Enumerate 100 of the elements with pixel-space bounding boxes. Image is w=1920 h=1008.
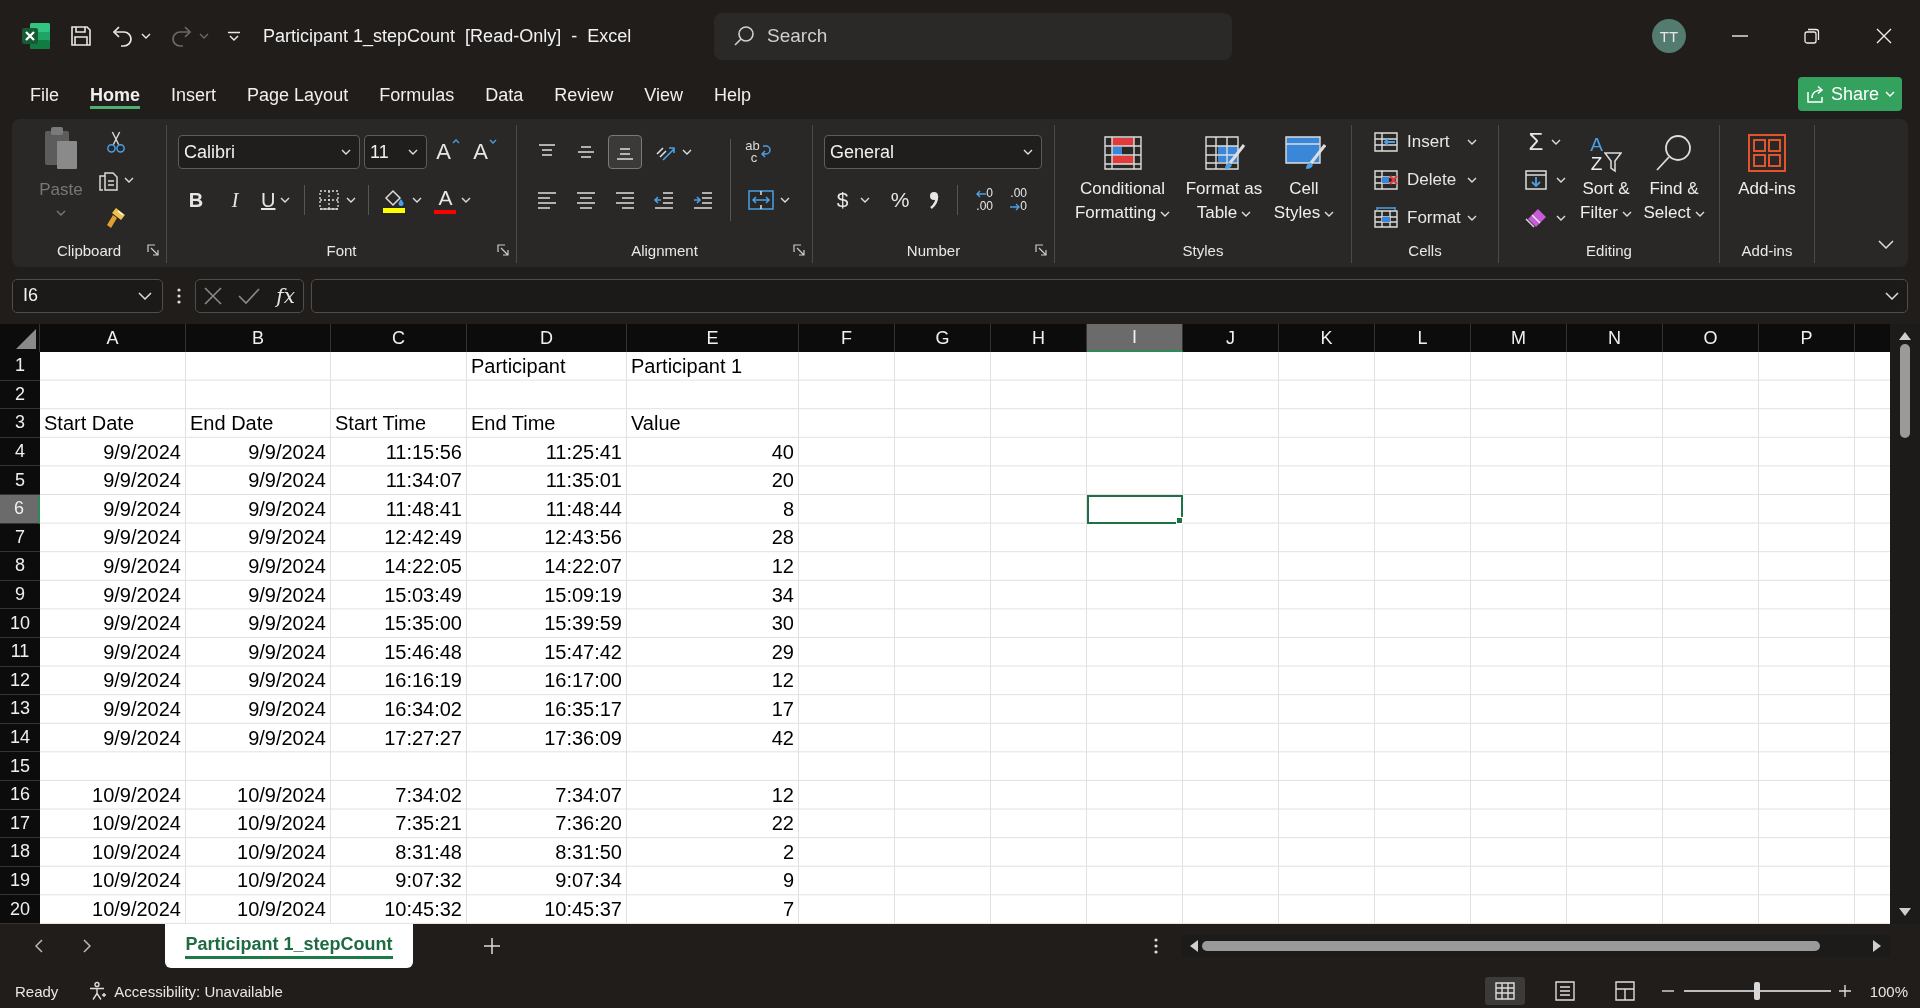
column-header[interactable]: I	[1087, 324, 1183, 352]
delete-button[interactable]: Delete	[1366, 163, 1484, 197]
zoom-level[interactable]: 100%	[1869, 982, 1908, 1000]
decrease-decimal-button[interactable]: .00 0	[998, 183, 1032, 217]
row-header[interactable]: 15	[0, 752, 40, 781]
row-header[interactable]: 7	[0, 523, 40, 553]
shrink-font-button[interactable]: A	[469, 135, 501, 169]
column-header[interactable]: B	[186, 324, 331, 352]
row-header[interactable]: 20	[0, 895, 40, 924]
menu-tab[interactable]: Home	[90, 72, 141, 109]
row-header[interactable]: 13	[0, 695, 40, 724]
name-box[interactable]: I6	[12, 278, 163, 313]
menu-tab[interactable]: Review	[554, 72, 614, 109]
horizontal-scrollbar[interactable]	[1182, 935, 1890, 957]
dialog-launcher-icon[interactable]	[497, 244, 509, 256]
find-select-button[interactable]: Find & Select	[1639, 125, 1709, 237]
column-header[interactable]: K	[1279, 324, 1375, 352]
search-field[interactable]: Search	[714, 12, 1232, 60]
row-header[interactable]: 1	[0, 352, 40, 381]
fill-handle[interactable]	[1176, 516, 1183, 524]
column-header[interactable]: F	[799, 324, 895, 352]
column-header[interactable]: G	[895, 324, 991, 352]
wrap-text-button[interactable]: ab c	[741, 135, 775, 169]
menu-tab[interactable]: File	[30, 72, 59, 109]
insert-button[interactable]: Insert	[1366, 125, 1484, 159]
row-header[interactable]: 14	[0, 723, 40, 753]
row-header[interactable]: 16	[0, 780, 40, 810]
expand-caret-icon[interactable]	[1885, 291, 1899, 300]
underline-button[interactable]: U	[256, 183, 296, 217]
worksheet-grid[interactable]	[0, 324, 1890, 924]
cell-styles-button[interactable]: Cell Styles	[1268, 125, 1340, 237]
align-bottom-button[interactable]	[608, 135, 642, 169]
collapse-ribbon-icon[interactable]	[1878, 240, 1894, 249]
italic-button[interactable]: I	[217, 183, 253, 217]
grow-font-button[interactable]: A	[432, 135, 464, 169]
format-as-table-button[interactable]: Format as Table	[1180, 125, 1268, 237]
insert-function-button[interactable]: fx	[276, 283, 295, 308]
column-header[interactable]: E	[627, 324, 799, 352]
number-format-dropdown[interactable]: General	[824, 135, 1042, 169]
checkmark-icon[interactable]	[238, 286, 261, 305]
column-header[interactable]: L	[1375, 324, 1471, 352]
dialog-launcher-icon[interactable]	[147, 244, 159, 256]
formula-field[interactable]	[311, 278, 1908, 313]
more-options-icon[interactable]	[177, 287, 181, 304]
menu-tab[interactable]: Page Layout	[247, 72, 349, 109]
column-header[interactable]: A	[40, 324, 186, 352]
scroll-thumb[interactable]	[1202, 941, 1820, 951]
menu-tab[interactable]: View	[644, 72, 683, 109]
dialog-launcher-icon[interactable]	[793, 244, 805, 256]
menu-tab[interactable]: Data	[485, 72, 524, 109]
format-button[interactable]: Format	[1366, 201, 1484, 235]
row-header[interactable]: 6	[0, 494, 40, 524]
sheet-tab[interactable]: Participant 1_stepCount	[165, 924, 413, 968]
font-color-button[interactable]: A	[428, 183, 478, 217]
autosum-button[interactable]: Σ	[1517, 125, 1573, 159]
plus-icon[interactable]	[1838, 985, 1851, 997]
accessibility-status[interactable]: Accessibility: Unavailable	[114, 982, 283, 1000]
row-header[interactable]: 19	[0, 866, 40, 896]
percent-button[interactable]: %	[883, 183, 917, 217]
font-size-dropdown[interactable]: 11	[364, 135, 427, 169]
column-header[interactable]: O	[1663, 324, 1759, 352]
left-triangle-icon[interactable]	[1190, 940, 1198, 952]
menu-tab[interactable]: Help	[713, 72, 751, 109]
column-header[interactable]: C	[331, 324, 467, 352]
column-header[interactable]: M	[1471, 324, 1567, 352]
add-ins-button[interactable]: Add-ins	[1725, 125, 1809, 237]
minus-icon[interactable]	[1661, 990, 1674, 992]
down-triangle-icon[interactable]	[1899, 908, 1911, 916]
row-header[interactable]: 18	[0, 838, 40, 867]
row-header[interactable]: 4	[0, 437, 40, 467]
slider-thumb[interactable]	[1754, 982, 1761, 1000]
row-header[interactable]: 9	[0, 580, 40, 610]
bold-button[interactable]: B	[178, 183, 214, 217]
row-header[interactable]: 17	[0, 809, 40, 839]
column-header[interactable]: N	[1567, 324, 1663, 352]
user-avatar[interactable]: TT	[1652, 19, 1686, 53]
row-header[interactable]: 8	[0, 552, 40, 581]
column-header[interactable]: P	[1759, 324, 1855, 352]
currency-button[interactable]: $	[824, 183, 883, 217]
font-name-dropdown[interactable]: Calibri	[178, 135, 360, 169]
scroll-thumb[interactable]	[1900, 344, 1910, 438]
row-header[interactable]: 5	[0, 466, 40, 495]
conditional-formatting-button[interactable]: Conditional Formatting	[1065, 125, 1180, 237]
menu-tab[interactable]: Formulas	[379, 72, 455, 109]
row-header[interactable]: 3	[0, 409, 40, 438]
menu-tab[interactable]: Insert	[171, 72, 217, 109]
up-triangle-icon[interactable]	[1899, 332, 1911, 340]
vertical-scrollbar[interactable]	[1890, 324, 1920, 924]
cancel-icon[interactable]	[204, 286, 223, 305]
row-header[interactable]: 10	[0, 609, 40, 638]
column-header[interactable]: J	[1183, 324, 1279, 352]
dialog-launcher-icon[interactable]	[1035, 244, 1047, 256]
normal-view-button[interactable]	[1484, 977, 1525, 1005]
row-header[interactable]: 11	[0, 637, 40, 667]
column-header[interactable]: D	[467, 324, 627, 352]
increase-decimal-button[interactable]: 0 .00	[964, 183, 998, 217]
sort-filter-button[interactable]: A Z Sort & Filter	[1573, 125, 1639, 237]
right-triangle-icon[interactable]	[1873, 940, 1881, 952]
row-header[interactable]: 2	[0, 380, 40, 410]
more-options-icon[interactable]	[1154, 938, 1158, 954]
